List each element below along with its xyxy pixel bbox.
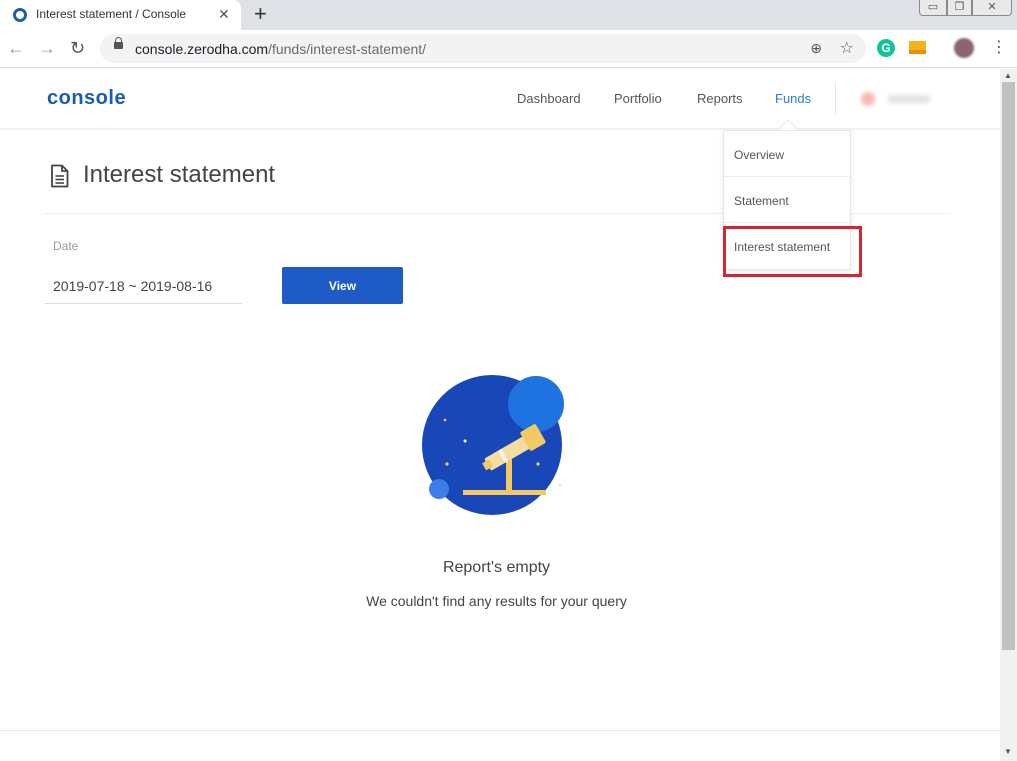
address-bar[interactable]: console.zerodha.com/funds/interest-state… <box>100 34 866 63</box>
scroll-down-arrow-icon[interactable]: ▼ <box>1004 747 1012 756</box>
window-minimize-button[interactable]: ▭ <box>919 0 947 16</box>
zoom-icon[interactable]: ⊕ <box>810 40 822 57</box>
browser-menu-icon[interactable]: ⋮ <box>991 39 1007 57</box>
nav-funds[interactable]: Funds <box>775 91 811 106</box>
restore-icon: ❐ <box>954 1 965 13</box>
browser-toolbar: ← → ↻ console.zerodha.com/funds/interest… <box>0 30 1017 68</box>
view-button[interactable]: View <box>282 267 403 304</box>
tab-close-icon[interactable]: ✕ <box>218 5 230 23</box>
menu-item-overview[interactable]: Overview <box>724 131 850 177</box>
vertical-scrollbar[interactable]: ▲ ▼ <box>1000 69 1017 761</box>
highlight-annotation-box <box>723 226 862 277</box>
url-host: console.zerodha.com <box>135 41 269 57</box>
tab-title: Interest statement / Console <box>36 7 187 21</box>
profile-avatar[interactable] <box>954 38 974 58</box>
url-text[interactable]: console.zerodha.com/funds/interest-state… <box>135 41 426 57</box>
nav-portfolio[interactable]: Portfolio <box>614 91 662 106</box>
date-label: Date <box>53 239 79 253</box>
menu-item-statement[interactable]: Statement <box>724 177 850 223</box>
app-header: console Dashboard Portfolio Reports Fund… <box>0 69 1000 129</box>
forward-arrow-icon[interactable]: → <box>38 38 56 58</box>
grammarly-extension-icon[interactable]: G <box>877 39 895 57</box>
footer-divider <box>0 730 1000 731</box>
browser-tab[interactable]: Interest statement / Console ✕ <box>0 0 241 30</box>
new-tab-icon[interactable]: + <box>254 2 267 26</box>
url-path: /funds/interest-statement/ <box>268 41 427 57</box>
page-title: Interest statement <box>83 161 276 188</box>
nav-dashboard[interactable]: Dashboard <box>517 91 581 106</box>
console-logo[interactable]: console <box>47 87 126 110</box>
user-menu[interactable] <box>858 91 932 107</box>
reload-icon[interactable]: ↻ <box>70 38 85 58</box>
scroll-up-arrow-icon[interactable]: ▲ <box>1004 71 1012 80</box>
close-icon: ✕ <box>987 1 997 13</box>
lock-icon <box>114 37 123 49</box>
window-close-button[interactable]: ✕ <box>972 0 1012 16</box>
empty-state-subtitle: We couldn't find any results for your qu… <box>366 593 627 609</box>
console-favicon-icon <box>13 8 27 22</box>
nav-divider <box>835 83 836 115</box>
extension-icon[interactable] <box>909 41 926 54</box>
page-content: console Dashboard Portfolio Reports Fund… <box>0 69 1000 761</box>
window-restore-button[interactable]: ❐ <box>947 0 972 16</box>
document-icon <box>51 164 69 188</box>
minimize-icon: ▭ <box>927 1 939 13</box>
scroll-thumb[interactable] <box>1002 82 1015 650</box>
user-avatar <box>861 92 875 106</box>
empty-state-title: Report's empty <box>442 559 551 576</box>
bookmark-star-icon[interactable]: ☆ <box>840 38 854 58</box>
back-arrow-icon[interactable]: ← <box>7 38 25 58</box>
nav-reports[interactable]: Reports <box>697 91 743 106</box>
telescope-illustration <box>422 375 564 515</box>
date-range-input[interactable] <box>44 268 242 304</box>
user-id-redacted <box>888 95 930 103</box>
browser-tab-strip: Interest statement / Console ✕ + ▭ ❐ ✕ <box>0 0 1017 30</box>
